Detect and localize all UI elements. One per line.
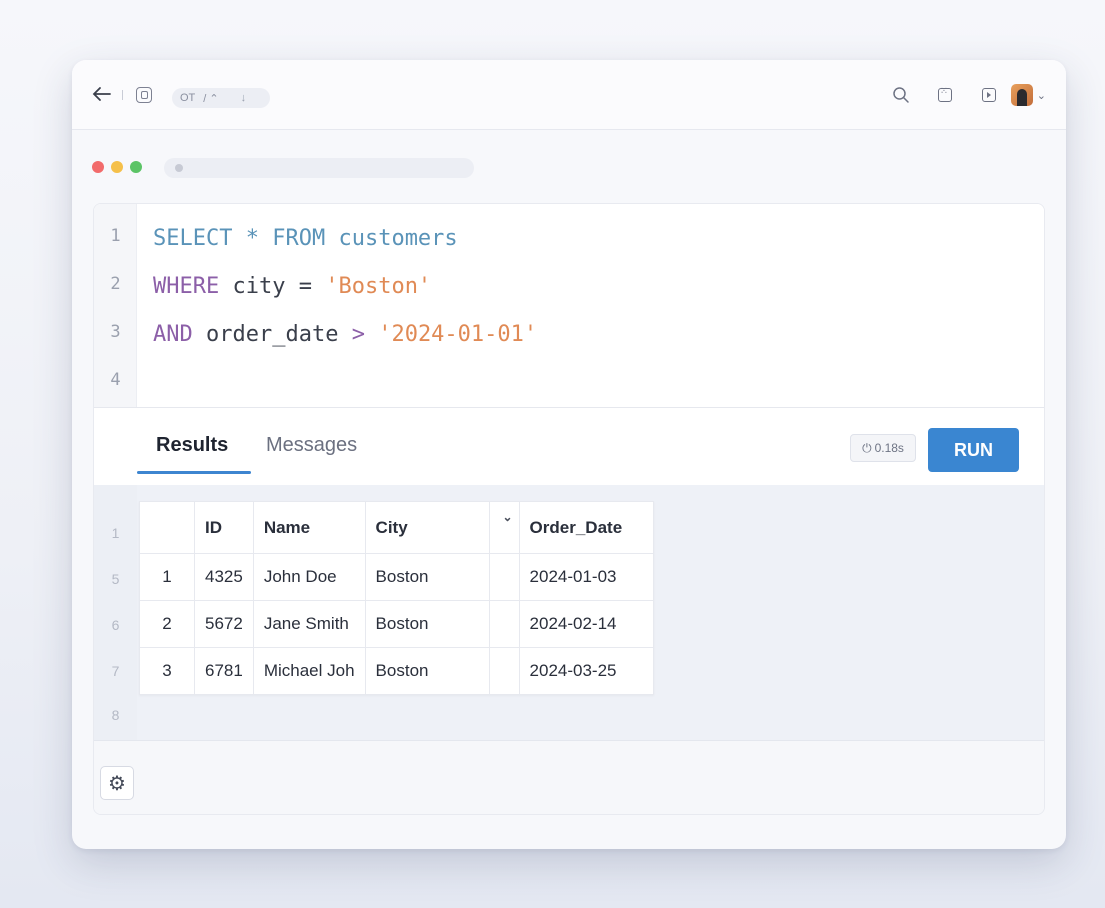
grid-button[interactable] <box>923 82 967 108</box>
cell-empty <box>488 600 520 648</box>
table-row[interactable]: 2 5672 Jane Smith Boston 2024-02-14 <box>139 600 654 648</box>
execution-time-badge: ⏻ 0.18s <box>850 434 916 462</box>
cell-id: 4325 <box>194 553 254 601</box>
code-column: order_date <box>192 322 339 347</box>
cell-empty <box>488 553 520 601</box>
cell-id: 6781 <box>194 647 254 695</box>
line-number: 1 <box>110 226 121 246</box>
keyword-select: SELECT <box>153 226 233 251</box>
row-number: 1 <box>139 553 195 601</box>
column-header-order-date[interactable]: Order_Date <box>518 501 654 554</box>
maximize-dot[interactable] <box>130 161 142 173</box>
line-number: 8 <box>111 707 120 723</box>
column-filter[interactable]: ⌄ <box>488 501 520 554</box>
play-icon <box>981 88 996 102</box>
line-number: 2 <box>110 274 121 294</box>
row-number: 2 <box>139 600 195 648</box>
column-header-city[interactable]: City <box>364 501 490 554</box>
column-header-name[interactable]: Name <box>252 501 366 554</box>
cell-city: Boston <box>364 647 490 695</box>
pill-label: OT <box>180 92 196 104</box>
query-panel: 1 2 3 4 SELECT * FROM customers WHERE ci… <box>93 203 1045 815</box>
column-header-rownum[interactable] <box>139 501 195 554</box>
panel-footer: ⚙ <box>94 740 1044 814</box>
line-number: 6 <box>111 617 120 633</box>
power-icon: ⏻ <box>862 440 872 455</box>
cell-name: Michael Joh <box>252 647 366 695</box>
filter-chevron-icon: ⌄ <box>502 510 513 524</box>
database-icon[interactable] <box>136 87 152 103</box>
download-arrow-icon[interactable]: ↓ <box>241 92 247 104</box>
play-button[interactable] <box>967 82 1011 108</box>
search-button[interactable] <box>879 82 923 108</box>
line-number: 5 <box>111 571 120 587</box>
window-controls <box>92 161 142 173</box>
cell-name: Jane Smith <box>252 600 366 648</box>
line-number: 4 <box>110 370 121 390</box>
back-arrow-icon[interactable] <box>92 86 112 102</box>
table-header-row: ID Name City ⌄ Order_Date <box>139 501 654 554</box>
app-window: OT / ⌃ ↓ ⌄ <box>72 60 1066 849</box>
code-line-1: SELECT * FROM customers <box>153 226 458 251</box>
grid-icon <box>937 86 952 102</box>
toolbar-separator <box>122 90 123 100</box>
cell-empty <box>488 647 520 695</box>
cell-order-date: 2024-03-25 <box>518 647 654 695</box>
code-line-3: AND order_date > '2024-01-01' <box>153 322 537 347</box>
line-number: 7 <box>111 663 120 679</box>
line-number: 1 <box>111 525 120 541</box>
minimize-dot[interactable] <box>111 161 123 173</box>
toolbar-right: ⌄ <box>879 82 1046 108</box>
address-bar-indicator <box>175 164 183 172</box>
keyword-from: FROM <box>272 226 326 251</box>
line-number: 3 <box>110 322 121 342</box>
pill-extra: / ⌃ <box>203 92 219 105</box>
code-string: 'Boston' <box>325 274 432 299</box>
results-gutter: 1 5 6 7 8 <box>94 485 137 740</box>
results-area: 1 5 6 7 8 ID Name City ⌄ Order_Date 1 43… <box>94 485 1044 740</box>
connection-pill[interactable]: OT / ⌃ ↓ <box>172 88 270 108</box>
cell-city: Boston <box>364 553 490 601</box>
tab-results[interactable]: Results <box>156 434 228 457</box>
avatar <box>1010 84 1033 106</box>
sql-editor[interactable]: 1 2 3 4 SELECT * FROM customers WHERE ci… <box>94 204 1044 407</box>
code-star: * <box>232 226 273 251</box>
editor-gutter: 1 2 3 4 <box>94 204 137 407</box>
cell-city: Boston <box>364 600 490 648</box>
code-string: '2024-01-01' <box>378 322 538 347</box>
keyword-and: AND <box>153 322 193 347</box>
close-dot[interactable] <box>92 161 104 173</box>
user-menu[interactable]: ⌄ <box>1010 82 1046 108</box>
column-header-id[interactable]: ID <box>194 501 254 554</box>
cell-name: John Doe <box>252 553 366 601</box>
code-column: city <box>219 274 286 299</box>
results-table: ID Name City ⌄ Order_Date 1 4325 John Do… <box>139 501 654 695</box>
address-bar[interactable] <box>164 158 474 178</box>
code-table-name: customers <box>325 226 458 251</box>
tab-messages[interactable]: Messages <box>266 434 357 457</box>
execution-time: 0.18s <box>874 441 904 455</box>
search-icon <box>893 87 909 103</box>
active-tab-indicator <box>137 471 251 474</box>
code-operator: = <box>285 274 326 299</box>
top-toolbar: OT / ⌃ ↓ ⌄ <box>72 60 1066 130</box>
chevron-down-icon: ⌄ <box>1036 89 1046 102</box>
code-operator: > <box>338 322 379 347</box>
table-row[interactable]: 3 6781 Michael Joh Boston 2024-03-25 <box>139 647 654 695</box>
table-row[interactable]: 1 4325 John Doe Boston 2024-01-03 <box>139 553 654 601</box>
keyword-where: WHERE <box>153 274 220 299</box>
cell-id: 5672 <box>194 600 254 648</box>
gear-icon: ⚙ <box>108 772 126 795</box>
row-number: 3 <box>139 647 195 695</box>
run-button[interactable]: RUN <box>928 428 1019 472</box>
results-tabs-bar: Results Messages ⏻ 0.18s RUN <box>94 407 1044 485</box>
cell-order-date: 2024-02-14 <box>518 600 654 648</box>
code-line-2: WHERE city = 'Boston' <box>153 274 431 299</box>
settings-button[interactable]: ⚙ <box>100 766 134 800</box>
cell-order-date: 2024-01-03 <box>518 553 654 601</box>
